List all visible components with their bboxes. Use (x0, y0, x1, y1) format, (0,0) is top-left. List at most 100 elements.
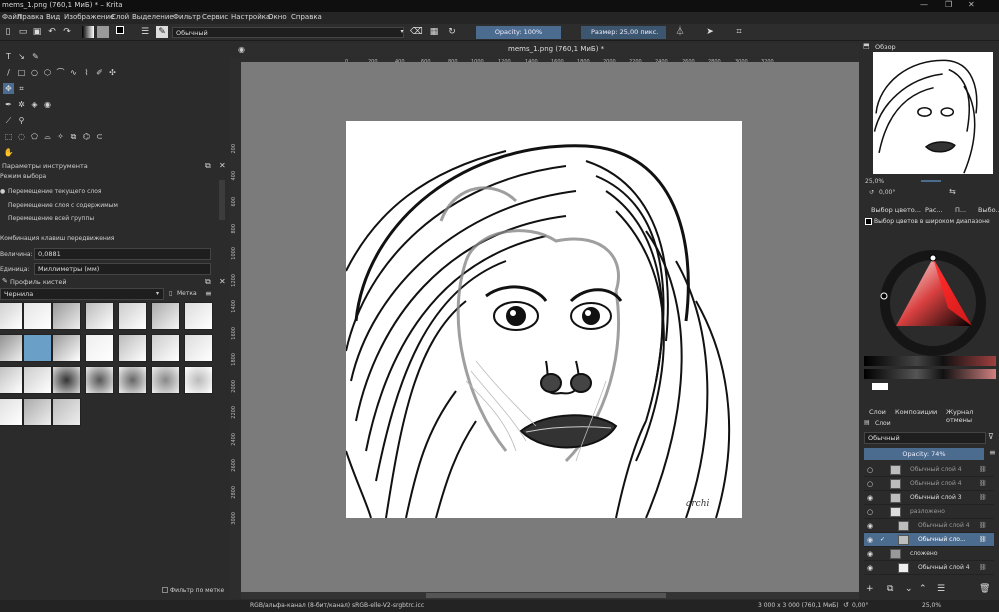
crop-icon[interactable]: ⌗ (733, 26, 745, 38)
close-icon[interactable]: ✕ (219, 277, 226, 286)
brush-preset[interactable] (0, 366, 23, 394)
brush-preset[interactable] (118, 334, 147, 362)
document-tab[interactable]: mems_1.png (760,1 МиБ) * (508, 45, 604, 53)
white-swatch[interactable] (872, 383, 888, 390)
close-button[interactable]: ✕ (968, 0, 975, 9)
visible-eye-icon[interactable]: ◉ (867, 561, 873, 575)
menu-window[interactable]: Окно (268, 13, 287, 21)
assistant-tool-icon[interactable]: ⟋ (3, 115, 14, 126)
scrollbar[interactable] (219, 180, 225, 220)
fg-color-swatch[interactable] (865, 218, 872, 225)
chevron-down-icon[interactable]: ▾ (156, 290, 159, 297)
freehand-path-icon[interactable]: ⌇ (81, 67, 92, 78)
amount-input[interactable]: 0,0881 (34, 248, 211, 260)
alpha-lock-icon[interactable]: ⛓ (979, 477, 987, 491)
bezier-tool-icon[interactable]: ∿ (68, 67, 79, 78)
layer-properties-icon[interactable]: ☰ (937, 584, 945, 594)
layer-name[interactable]: разложено (910, 505, 945, 519)
menu-filter[interactable]: Фильтр (173, 13, 201, 21)
color-handle[interactable] (880, 292, 888, 300)
brush-preset[interactable] (151, 366, 180, 394)
menu-tools[interactable]: Сервис (202, 13, 228, 21)
brush-preset[interactable] (151, 302, 180, 330)
undo-icon[interactable]: ↶ (46, 26, 58, 38)
redo-icon[interactable]: ↷ (61, 26, 73, 38)
opacity-slider[interactable]: Opacity: 100% (476, 26, 561, 39)
dynamic-brush-icon[interactable]: ✐ (94, 67, 105, 78)
layer-name[interactable]: сложено (910, 547, 938, 561)
brush-preset[interactable] (184, 334, 213, 362)
panel-collapse-icon[interactable]: ⬒ (863, 42, 870, 50)
text-tool-icon[interactable]: T (3, 51, 14, 62)
brush-preset[interactable] (118, 302, 147, 330)
layer-row[interactable]: ○ Обычный слой 4 ⛓ (864, 463, 994, 477)
tag-label[interactable]: Метка (177, 290, 197, 297)
zoom-slider[interactable] (921, 180, 941, 182)
rect-select-icon[interactable]: ⬚ (3, 131, 14, 142)
float-icon[interactable]: ⧉ (205, 161, 211, 171)
reference-tool-icon[interactable]: ⚲ (16, 115, 27, 126)
overview-zoom[interactable]: 25,0% (865, 178, 884, 185)
brush-preset[interactable] (85, 334, 114, 362)
preserve-alpha-icon[interactable]: ▦ (428, 26, 440, 38)
recent-color-bar[interactable] (864, 369, 996, 379)
menu-icon[interactable]: ≡ (205, 289, 212, 298)
brush-preset[interactable] (118, 366, 147, 394)
brush-preset-selected[interactable] (23, 334, 52, 362)
mirror-horizontal-icon[interactable]: ⏃ (674, 26, 686, 38)
scrollbar-thumb[interactable] (426, 593, 666, 598)
layer-row[interactable]: ◉ Обычный слой 4 ⛓ (864, 561, 994, 575)
mode-option-current-layer[interactable]: Перемещение текущего слоя (8, 188, 102, 195)
horizontal-scrollbar[interactable] (241, 592, 859, 599)
brush-preset-icon[interactable]: ✎ (156, 26, 168, 38)
bezier-select-icon[interactable]: ⌬ (81, 131, 92, 142)
tab-color-p[interactable]: П... (955, 206, 966, 214)
layer-row[interactable]: ◉ сложено (864, 547, 994, 561)
document-canvas[interactable]: archi (346, 121, 742, 518)
mode-option-group[interactable]: Перемещение всей группы (8, 215, 94, 222)
magnetic-select-icon[interactable]: ⊂ (94, 131, 105, 142)
brush-preset[interactable] (23, 398, 52, 426)
eraser-icon[interactable]: ⌫ (410, 26, 423, 38)
tab-color-selector[interactable]: Выбор цвето... (871, 206, 921, 214)
polyline-tool-icon[interactable]: ⌒ (55, 67, 66, 78)
tag-icon[interactable]: ▯ (169, 290, 172, 297)
rotation-icon[interactable]: ↺ (869, 189, 874, 196)
brush-preset[interactable] (85, 366, 114, 394)
layer-row-selected[interactable]: ◉ ✓ Обычный сло... ⛓ (864, 533, 994, 547)
ellipse-tool-icon[interactable]: ○ (29, 67, 40, 78)
layer-row[interactable]: ○ разложено (864, 505, 994, 519)
menu-layer[interactable]: Слой (111, 13, 129, 21)
menu-settings[interactable]: Настройка (231, 13, 270, 21)
maximize-button[interactable]: ❐ (945, 0, 952, 9)
contiguous-select-icon[interactable]: ✧ (55, 131, 66, 142)
brush-preset[interactable] (85, 302, 114, 330)
brush-settings-icon[interactable]: ☰ (139, 26, 151, 38)
overview-thumbnail[interactable] (873, 52, 993, 174)
freehand-select-icon[interactable]: ⌓ (42, 131, 53, 142)
move-tool-icon[interactable]: ✥ (3, 83, 14, 94)
hidden-icon[interactable]: ○ (867, 463, 873, 477)
radio-icon[interactable]: ● (0, 188, 5, 195)
visible-eye-icon[interactable]: ◉ (867, 547, 873, 561)
rectangle-tool-icon[interactable]: □ (16, 67, 27, 78)
check-icon[interactable]: ✓ (880, 533, 885, 547)
brush-preset[interactable] (23, 366, 52, 394)
layer-blend-select[interactable]: Обычный (864, 432, 986, 444)
line-tool-icon[interactable]: / (3, 67, 14, 78)
layer-name[interactable]: Обычный слой 4 (910, 463, 962, 477)
hue-handle[interactable] (929, 254, 937, 262)
alpha-lock-icon[interactable]: ⛓ (979, 533, 987, 547)
mirror-icon[interactable]: ⇆ (949, 187, 956, 196)
rotation-icon[interactable]: ↺ (843, 601, 849, 609)
brush-preset[interactable] (151, 334, 180, 362)
visible-eye-icon[interactable]: ◉ (867, 533, 873, 547)
visible-eye-icon[interactable]: ◉ (867, 491, 873, 505)
brush-filter-select[interactable]: Чернила (0, 288, 164, 300)
float-icon[interactable]: ⧉ (205, 277, 211, 287)
minimize-button[interactable]: — (920, 0, 928, 9)
status-rotation[interactable]: 0,00° (852, 602, 868, 609)
save-icon[interactable]: ▣ (31, 26, 43, 38)
fg-bg-color-icon[interactable] (116, 26, 128, 38)
layer-row[interactable]: ◉ Обычный слой 3 ⛓ (864, 491, 994, 505)
